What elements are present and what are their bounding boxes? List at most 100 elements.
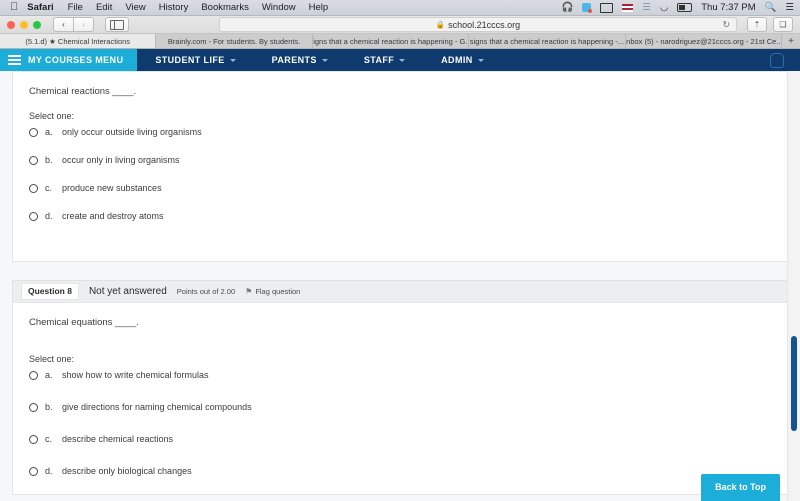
nav-item-student-life[interactable]: STUDENT LIFE [137,49,253,71]
radio-button[interactable] [29,403,38,412]
answer-option[interactable]: d. describe only biological changes [29,466,771,476]
menu-item-edit[interactable]: Edit [96,2,112,13]
radio-button[interactable] [29,371,38,380]
reload-icon[interactable]: ↻ [722,19,730,30]
radio-button[interactable] [29,467,38,476]
answer-text: only occur outside living organisms [62,127,202,137]
flag-question-button[interactable]: ⚑ Flag question [245,287,300,296]
chevron-down-icon [399,58,406,62]
address-bar-url: school.21cccs.org [448,19,521,30]
flag-icon: ⚑ [245,287,253,296]
nav-item-parents[interactable]: PARENTS [254,49,346,71]
new-tab-button[interactable]: ❏ [773,17,793,32]
tab-title: (5.1.d) ★ Chemical Interactions [25,36,131,46]
address-bar[interactable]: 🔒 school.21cccs.org ↻ [219,17,737,32]
forward-button[interactable]: › [74,17,94,32]
answer-text: give directions for naming chemical comp… [62,402,252,412]
add-tab-button[interactable]: + [782,34,800,48]
question-card-8: Question 8 Not yet answered Points out o… [12,280,788,495]
answer-option[interactable]: a. show how to write chemical formulas [29,370,771,380]
page-body: Chemical reactions ____. Select one: a. … [0,71,800,501]
nav-item-label: PARENTS [271,55,317,65]
back-button[interactable]: ‹ [53,17,74,32]
answer-option[interactable]: c. describe chemical reactions [29,434,771,444]
question-prompt: Chemical equations ____. [29,317,139,328]
question-header: Question 8 Not yet answered Points out o… [12,280,788,302]
browser-tab-3[interactable]: signs that a chemical reaction is happen… [312,34,470,48]
answer-option[interactable]: d. create and destroy atoms [29,211,771,221]
question-body: Chemical reactions ____. Select one: a. … [13,72,787,239]
menu-item-file[interactable]: File [68,2,83,13]
tab-title: signs that a chemical reaction is happen… [312,36,470,46]
airplay-icon[interactable] [600,2,614,13]
answer-text: describe chemical reactions [62,434,174,444]
answer-letter: d. [45,466,53,476]
question-body: Chemical equations ____. Select one: a. … [13,303,787,494]
browser-tab-4[interactable]: signs that a chemical reaction is happen… [469,34,626,48]
site-navigation-bar: MY COURSES MENU STUDENT LIFE PARENTS STA… [0,49,800,71]
card-bottom-padding [13,239,787,261]
search-icon[interactable]: 🔍 [765,3,777,13]
chevron-down-icon [321,58,328,62]
nav-item-admin[interactable]: ADMIN [423,49,502,71]
menu-item-safari[interactable]: Safari [27,2,53,13]
radio-button[interactable] [29,435,38,444]
answer-text: occur only in living organisms [62,155,180,165]
question-points: Points out of 2.00 [176,287,236,296]
answer-text: describe only biological changes [62,466,192,476]
bluetooth-icon[interactable]: ☰ [642,3,651,13]
answer-option[interactable]: b. give directions for naming chemical c… [29,402,771,412]
screenshot-icon[interactable] [582,3,593,13]
answer-list: a. only occur outside living organisms b… [29,127,771,221]
radio-button[interactable] [29,184,38,193]
answer-text: show how to write chemical formulas [62,370,209,380]
card-gap [12,262,788,280]
answer-option[interactable]: b. occur only in living organisms [29,155,771,165]
browser-tab-2[interactable]: Brainly.com - For students. By students. [156,34,313,48]
answer-option[interactable]: c. produce new substances [29,183,771,193]
question-prompt: Chemical reactions ____. [29,86,137,97]
my-courses-menu-label: MY COURSES MENU [28,55,124,65]
radio-button[interactable] [29,212,38,221]
flag-icon[interactable] [622,3,634,12]
headphones-icon[interactable]: 🎧 [562,3,574,13]
quiz-content: Chemical reactions ____. Select one: a. … [0,71,800,495]
menu-item-window[interactable]: Window [262,2,296,13]
close-window-button[interactable] [7,20,15,29]
answer-option[interactable]: a. only occur outside living organisms [29,127,771,137]
question-number-badge: Question 8 [21,283,79,300]
wifi-icon[interactable]: ◡ [660,3,668,13]
menu-item-history[interactable]: History [159,2,189,13]
page-scrollbar-thumb[interactable] [791,336,797,431]
share-button[interactable]: ⇡ [747,17,767,32]
browser-tab-1[interactable]: (5.1.d) ★ Chemical Interactions [0,34,157,48]
battery-icon[interactable] [677,3,693,12]
question-body-card: Chemical equations ____. Select one: a. … [12,302,788,495]
page-scrollbar-track[interactable] [787,71,800,501]
notification-center-icon[interactable]: ☰ [785,3,794,13]
select-one-label: Select one: [29,111,75,121]
sidebar-toggle-button[interactable] [105,17,129,32]
tab-title: signs that a chemical reaction is happen… [469,36,625,46]
browser-tab-5[interactable]: Inbox (5) - narodriguez@21cccs.org - 21s… [625,34,783,48]
sidebar-icon [110,19,124,30]
nav-item-staff[interactable]: STAFF [346,49,423,71]
my-courses-menu-button[interactable]: MY COURSES MENU [0,49,138,71]
minimize-window-button[interactable] [20,20,28,29]
menu-item-bookmarks[interactable]: Bookmarks [201,2,249,13]
nav-right-area[interactable] [770,49,800,71]
apple-menu-icon[interactable]:  [10,2,18,13]
menu-item-view[interactable]: View [125,2,145,13]
question-card-7: Chemical reactions ____. Select one: a. … [12,71,788,262]
answer-text: produce new substances [62,183,162,193]
back-to-top-button[interactable]: Back to Top [701,474,780,501]
radio-button[interactable] [29,156,38,165]
maximize-window-button[interactable] [33,20,41,29]
window-controls [7,20,41,29]
menu-bar-clock: Thu 7:37 PM [701,2,756,13]
answer-letter: a. [45,370,53,380]
menu-item-help[interactable]: Help [309,2,329,13]
hand-cursor-icon [770,52,784,68]
radio-button[interactable] [29,128,38,137]
